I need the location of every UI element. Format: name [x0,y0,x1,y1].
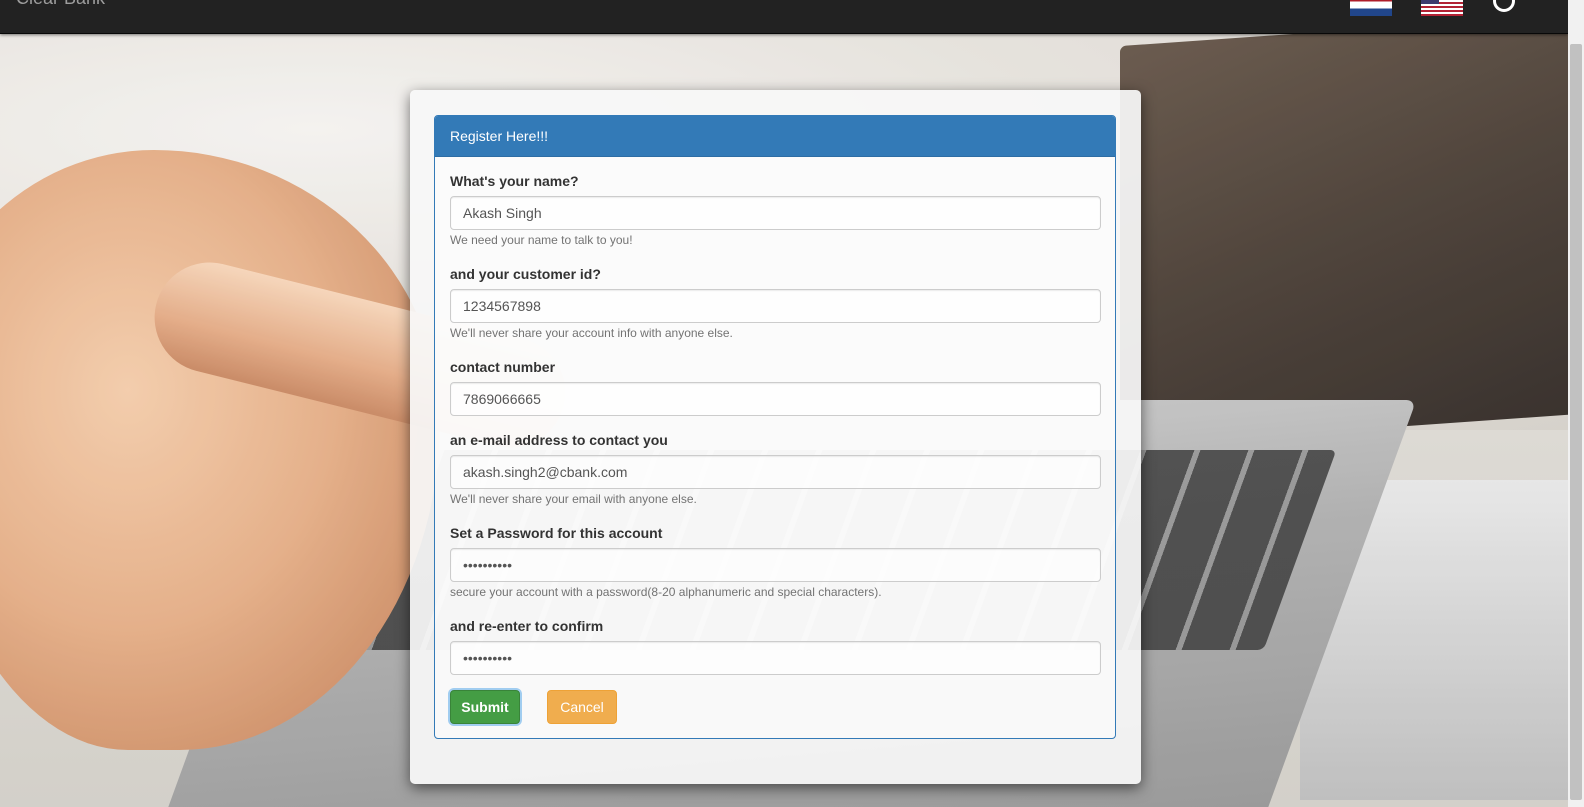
email-label: an e-mail address to contact you [450,432,668,448]
cancel-button[interactable]: Cancel [547,690,617,724]
password-input[interactable] [450,548,1101,582]
top-navbar: Clear Bank [0,0,1568,34]
name-label: What's your name? [450,173,579,189]
contact-label: contact number [450,359,556,375]
scrollbar-thumb[interactable] [1570,44,1582,800]
customer-id-input[interactable] [450,289,1101,323]
confirm-label: and re-enter to confirm [450,618,604,634]
customer-id-label: and your customer id? [450,266,601,282]
power-icon[interactable] [1493,0,1515,12]
netherlands-flag-icon[interactable] [1350,0,1392,16]
name-input[interactable] [450,196,1101,230]
brand-name[interactable]: Clear Bank [16,0,105,9]
customer-id-help-text: We'll never share your account info with… [450,326,733,340]
contact-input[interactable] [450,382,1101,416]
name-help-text: We need your name to talk to you! [450,233,633,247]
confirm-password-input[interactable] [450,641,1101,675]
submit-button[interactable]: Submit [450,690,520,724]
us-flag-icon[interactable] [1421,0,1463,16]
email-help-text: We'll never share your email with anyone… [450,492,697,506]
password-label: Set a Password for this account [450,525,663,541]
password-help-text: secure your account with a password(8-20… [450,585,882,599]
panel-heading: Register Here!!! [435,116,1115,157]
email-input[interactable] [450,455,1101,489]
